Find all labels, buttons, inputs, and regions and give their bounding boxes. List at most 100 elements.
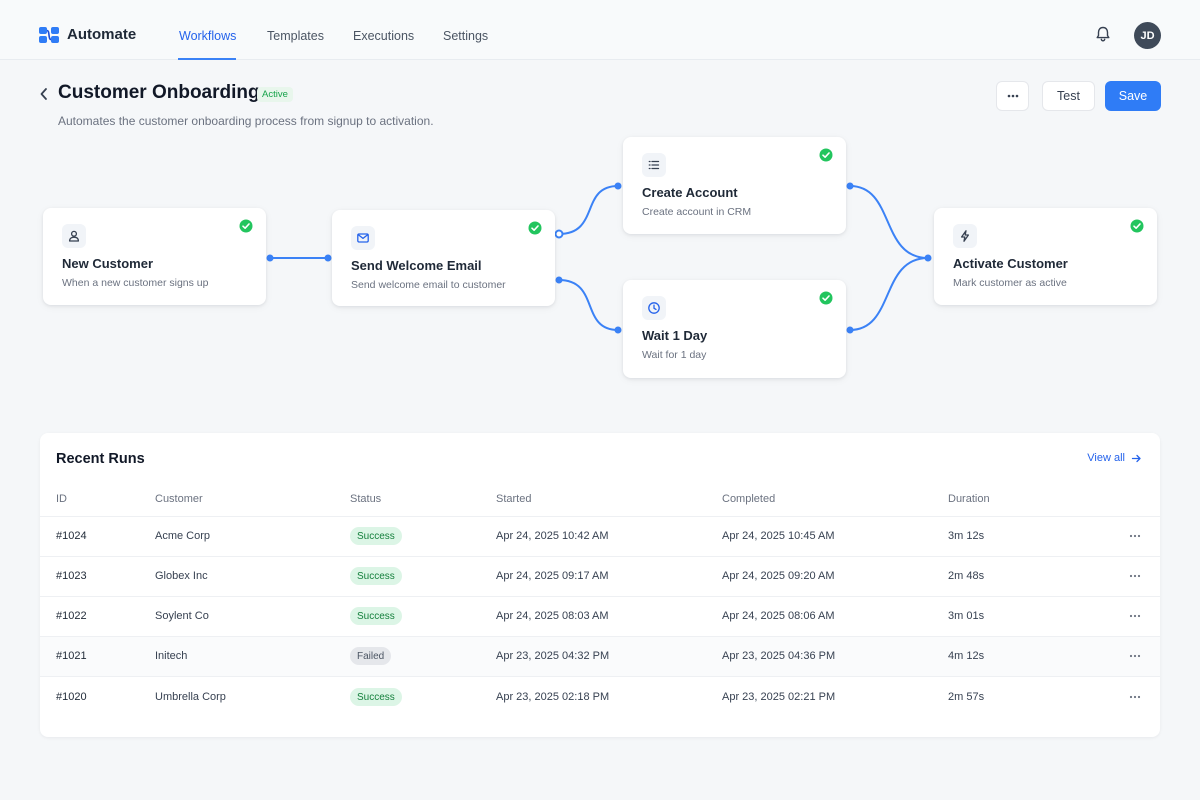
run-id: #1022 [56,610,87,622]
run-id: #1024 [56,530,87,542]
table-row[interactable]: #1020 Umbrella Corp Success Apr 23, 2025… [40,678,1160,718]
node-title: Wait 1 Day [642,328,708,343]
run-id: #1023 [56,570,87,582]
save-button[interactable]: Save [1105,81,1161,111]
clock-icon [642,296,666,320]
run-id: #1020 [56,691,87,703]
more-horizontal-icon[interactable] [1128,649,1142,663]
mail-icon [351,226,375,250]
connector-dot [614,182,622,190]
connector-dot [846,326,854,334]
connector-dot [924,254,932,262]
connector-dot [555,276,563,284]
run-duration: 3m 12s [948,530,985,542]
run-completed: Apr 24, 2025 09:20 AM [722,570,835,582]
view-all-link[interactable]: View all [1087,452,1142,464]
workflow-node-wait-1-day[interactable]: Wait 1 Day Wait for 1 day [623,280,846,378]
nav-executions[interactable]: Executions [353,29,414,43]
node-description: When a new customer signs up [62,277,209,289]
column-header-customer[interactable]: Customer [155,493,203,505]
connector-dot [324,254,332,262]
more-horizontal-icon [1007,94,1018,98]
run-customer: Soylent Co [155,610,209,622]
column-header-status[interactable]: Status [350,493,381,505]
node-title: New Customer [62,256,154,271]
table-row[interactable]: #1021 Initech Failed Apr 23, 2025 04:32 … [40,637,1160,677]
list-icon [642,153,666,177]
table-row[interactable]: #1022 Soylent Co Success Apr 24, 2025 08… [40,597,1160,637]
view-all-label: View all [1087,452,1125,464]
run-id: #1021 [56,650,87,662]
user-icon [62,224,86,248]
connector-dot [266,254,274,262]
table-row[interactable]: #1024 Acme Corp Success Apr 24, 2025 10:… [40,517,1160,557]
column-header-duration[interactable]: Duration [948,493,990,505]
run-duration: 4m 12s [948,650,985,662]
column-header-started[interactable]: Started [496,493,531,505]
page-title: Customer Onboarding [58,82,260,103]
check-circle-icon [819,148,833,162]
workflow-node-activate-customer[interactable]: Activate Customer Mark customer as activ… [934,208,1157,305]
table-header: ID Customer Status Started Completed Dur… [40,481,1160,517]
more-horizontal-icon[interactable] [1128,609,1142,623]
recent-runs-panel: Recent Runs View all ID Customer Status … [40,433,1160,737]
more-horizontal-icon[interactable] [1128,690,1142,704]
run-completed: Apr 24, 2025 08:06 AM [722,610,835,622]
nav-settings[interactable]: Settings [443,29,488,43]
workflow-node-new-customer[interactable]: New Customer When a new customer signs u… [43,208,266,305]
page-description: Automates the customer onboarding proces… [58,114,434,128]
check-circle-icon [528,221,542,235]
run-status-badge: Success [350,527,402,545]
test-button[interactable]: Test [1042,81,1095,111]
bolt-icon [953,224,977,248]
run-duration: 2m 57s [948,691,985,703]
bell-icon[interactable] [1094,25,1112,43]
column-header-id[interactable]: ID [56,493,67,505]
node-title: Send Welcome Email [351,258,482,273]
run-status-badge: Failed [350,647,392,665]
run-started: Apr 24, 2025 10:42 AM [496,530,609,542]
run-status-badge: Success [350,567,402,585]
recent-runs-title: Recent Runs [56,451,145,467]
status-badge: Active [257,87,293,102]
run-completed: Apr 24, 2025 10:45 AM [722,530,835,542]
user-avatar[interactable]: JD [1134,22,1161,49]
node-title: Activate Customer [953,256,1068,271]
connector-dot [554,229,564,239]
chevron-left-icon[interactable] [38,86,50,102]
run-status-badge: Success [350,688,402,706]
edge-create-account-to-activate [849,185,929,259]
run-completed: Apr 23, 2025 04:36 PM [722,650,836,662]
run-customer: Acme Corp [155,530,211,542]
edge-email-to-wait [558,279,619,331]
edge-wait-to-activate [849,257,929,331]
arrow-right-icon [1131,454,1141,462]
run-customer: Umbrella Corp [155,691,226,703]
workflow-canvas[interactable]: New Customer When a new customer signs u… [0,130,1200,420]
node-description: Wait for 1 day [642,349,707,361]
run-started: Apr 24, 2025 09:17 AM [496,570,609,582]
table-row[interactable]: #1023 Globex Inc Success Apr 24, 2025 09… [40,557,1160,597]
run-customer: Globex Inc [155,570,208,582]
check-circle-icon [1130,219,1144,233]
check-circle-icon [819,291,833,305]
app-name[interactable]: Automate [67,26,136,43]
edge-email-to-create-account [558,185,619,235]
run-started: Apr 23, 2025 02:18 PM [496,691,610,703]
nav-workflows[interactable]: Workflows [179,29,236,43]
more-horizontal-icon[interactable] [1128,529,1142,543]
more-options-button[interactable] [996,81,1029,111]
node-description: Mark customer as active [953,277,1067,289]
active-tab-indicator [178,58,236,60]
more-horizontal-icon[interactable] [1128,569,1142,583]
run-customer: Initech [155,650,188,662]
automate-logo-icon[interactable] [38,24,60,46]
column-header-completed[interactable]: Completed [722,493,775,505]
node-description: Create account in CRM [642,206,752,218]
workflow-node-create-account[interactable]: Create Account Create account in CRM [623,137,846,234]
nav-templates[interactable]: Templates [267,29,324,43]
top-navigation-bar: Automate Workflows Templates Executions … [0,0,1200,60]
run-duration: 3m 01s [948,610,985,622]
workflow-node-send-welcome-email[interactable]: Send Welcome Email Send welcome email to… [332,210,555,306]
run-duration: 2m 48s [948,570,985,582]
